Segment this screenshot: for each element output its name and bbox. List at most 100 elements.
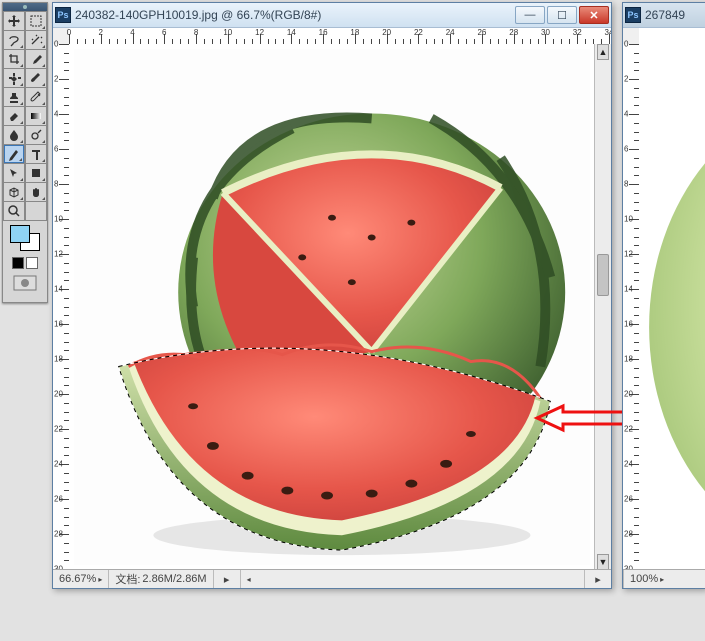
photoshop-doc-icon: Ps [625,7,641,23]
photoshop-doc-icon: Ps [55,7,71,23]
blur-tool[interactable] [4,126,24,144]
title-bar[interactable]: Ps 240382-140GPH10019.jpg @ 66.7%(RGB/8#… [53,3,611,28]
zoom-value-side: 100% [630,573,658,585]
zoom-dropdown-icon[interactable]: ▸ [98,575,102,584]
ruler-label: 32 [573,28,582,37]
stamp-tool[interactable] [4,88,24,106]
marquee-tool[interactable] [26,12,46,30]
ruler-label: 28 [54,530,63,539]
status-menu-button[interactable]: ▸ [214,570,241,588]
pen-tool[interactable] [4,145,24,163]
path-select-tool[interactable] [4,164,24,182]
scroll-down-button[interactable]: ▼ [597,554,609,570]
spacer-tool[interactable] [26,202,46,220]
ruler-label: 24 [54,460,63,469]
foreground-color-swatch[interactable] [10,225,30,243]
scroll-thumb[interactable] [597,254,609,296]
zoom-dropdown-icon[interactable]: ▸ [660,575,664,584]
ruler-label: 0 [624,40,628,49]
ruler-label: 14 [287,28,296,37]
ruler-label: 4 [624,110,628,119]
document-title: 240382-140GPH10019.jpg @ 66.7%(RGB/8#) [75,8,511,22]
ruler-label: 4 [54,110,58,119]
maximize-button[interactable]: ☐ [547,6,577,24]
canvas-area-side[interactable] [639,44,705,570]
ruler-label: 2 [624,75,628,84]
doc-icon-label: Ps [627,10,638,20]
ruler-label: 20 [624,390,633,399]
ruler-label: 2 [99,28,103,37]
vertical-scrollbar[interactable]: ▲ ▼ [594,44,611,570]
ruler-label: 34 [605,28,611,37]
fg-bg-swatch[interactable] [10,225,40,251]
ruler-label: 14 [54,285,63,294]
ruler-label: 16 [319,28,328,37]
status-scroll-right[interactable]: ▸ [584,570,611,588]
doc-size-value: 2.86M/2.86M [142,573,206,585]
move-tool[interactable] [4,12,24,30]
hand-tool[interactable] [26,183,46,201]
ruler-label: 28 [624,530,633,539]
shape-tool[interactable] [26,164,46,182]
zoom-level-side[interactable]: 100% ▸ [623,570,670,588]
ruler-label: 20 [54,390,63,399]
ruler-label: 6 [54,145,58,154]
ruler-label: 18 [624,355,633,364]
ruler-label: 26 [477,28,486,37]
eyedropper-tool[interactable] [26,50,46,68]
history-brush-tool[interactable] [26,88,46,106]
document-title-side: 267849 [645,8,703,22]
default-colors-button[interactable] [12,257,24,269]
quick-select-tool[interactable] [26,31,46,49]
brush-tool[interactable] [26,69,46,87]
scroll-up-button[interactable]: ▲ [597,44,609,60]
ruler-label: 22 [624,425,633,434]
ruler-label: 26 [54,495,63,504]
lasso-tool[interactable] [4,31,24,49]
ruler-label: 18 [54,355,63,364]
toolbox-panel [2,2,48,303]
ruler-label: 22 [414,28,423,37]
status-scroll-track[interactable]: ◂ [241,570,584,588]
zoom-level[interactable]: 66.67% ▸ [53,570,109,588]
ruler-label: 12 [624,250,633,259]
status-bar: 66.67% ▸ 文档: 2.86M/2.86M ▸ ◂ ▸ [53,569,611,588]
gradient-tool[interactable] [26,107,46,125]
horizontal-ruler[interactable]: 0246810121416182022242628303234 [69,28,611,45]
ruler-label: 12 [255,28,264,37]
doc-size-label: 文档: [115,571,140,587]
vertical-ruler-side[interactable]: 024681012141618202224262830 [623,44,640,570]
document-window-main: Ps 240382-140GPH10019.jpg @ 66.7%(RGB/8#… [52,2,612,589]
ruler-label: 24 [624,460,633,469]
close-button[interactable]: ✕ [579,6,609,24]
ruler-label: 6 [624,145,628,154]
healing-tool[interactable] [4,69,24,87]
ruler-label: 24 [446,28,455,37]
dodge-tool[interactable] [26,126,46,144]
vertical-ruler[interactable]: 024681012141618202224262830 [53,44,70,570]
quick-mask-toggle[interactable] [13,271,37,298]
zoom-tool[interactable] [4,202,24,220]
image-content[interactable] [74,49,590,565]
ruler-label: 8 [194,28,198,37]
minimize-button[interactable]: — [515,6,545,24]
ruler-label: 22 [54,425,63,434]
ruler-label: 16 [54,320,63,329]
type-tool[interactable] [26,145,46,163]
document-body-side: 024681012141618202224262830 100% ▸ [623,28,705,588]
doc-icon-label: Ps [57,10,68,20]
horizontal-ruler-side[interactable] [639,28,705,45]
document-size-cell[interactable]: 文档: 2.86M/2.86M [109,570,213,588]
ruler-label: 0 [54,40,58,49]
ruler-label: 8 [624,180,628,189]
ruler-label: 0 [67,28,71,37]
canvas-area[interactable] [69,44,595,570]
3d-tool[interactable] [4,183,24,201]
swap-colors-button[interactable] [26,257,38,269]
crop-tool[interactable] [4,50,24,68]
eraser-tool[interactable] [4,107,24,125]
ruler-label: 10 [223,28,232,37]
toolbox-drag-header[interactable] [3,3,47,11]
title-bar-side[interactable]: Ps 267849 [623,3,705,28]
ruler-label: 20 [382,28,391,37]
